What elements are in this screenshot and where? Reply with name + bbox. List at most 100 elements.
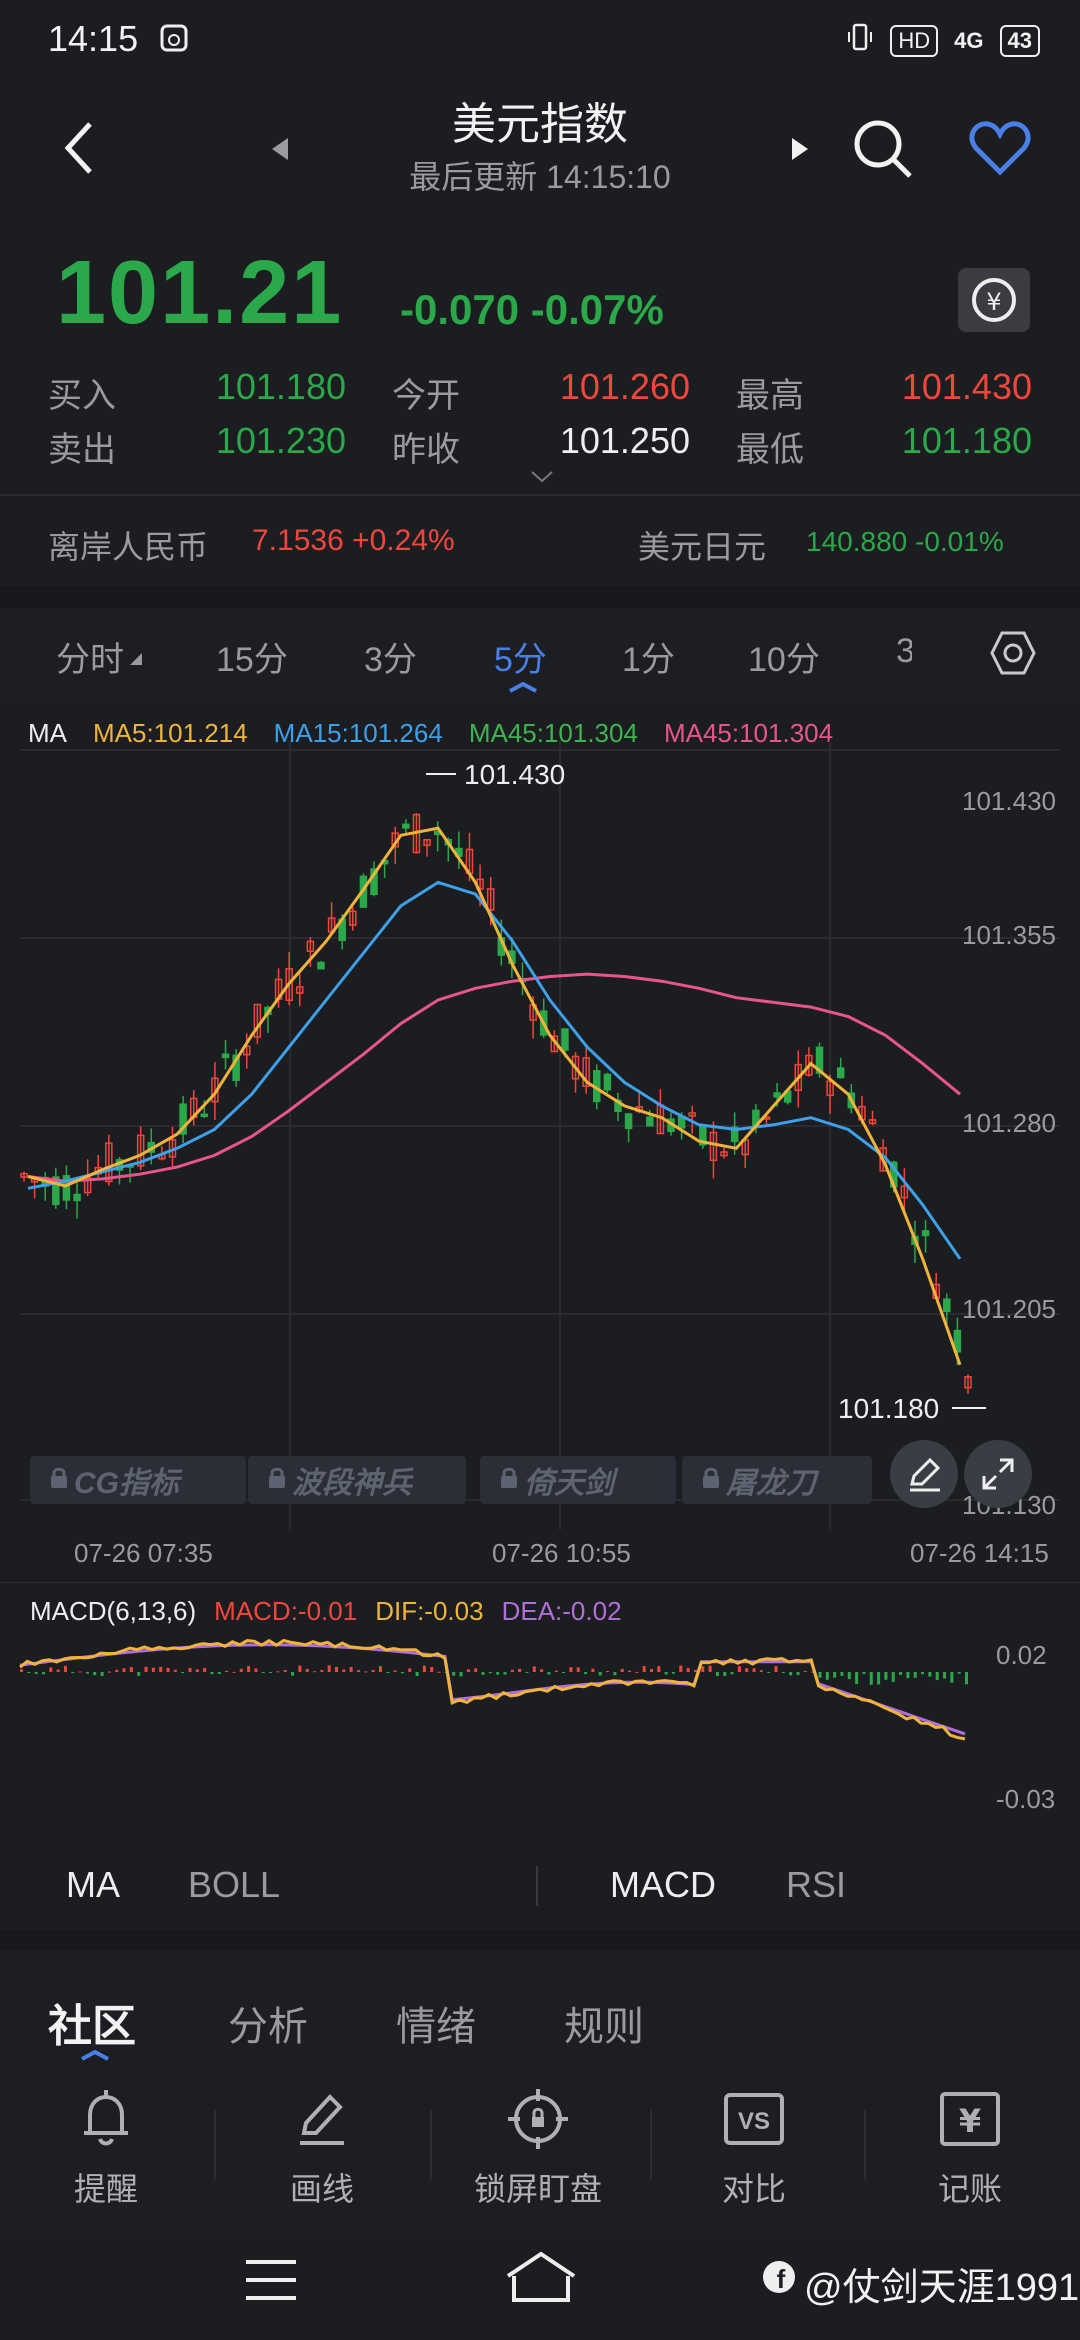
menu-icon[interactable]: [244, 2258, 298, 2307]
macd-bar: [400, 1672, 404, 1674]
currency-converter-icon[interactable]: ¥: [958, 268, 1030, 332]
macd-bar: [906, 1672, 910, 1679]
macd-bar: [452, 1672, 456, 1676]
macd-bar: [261, 1672, 265, 1673]
price-change: -0.070 -0.07%: [400, 286, 664, 333]
macd-bar: [774, 1666, 778, 1672]
tab-community[interactable]: 社区: [48, 1990, 136, 2054]
page-title: 美元指数: [452, 100, 628, 149]
toolbar-draw-line[interactable]: 画线: [222, 2084, 422, 2210]
y-axis-ticks: 101.430101.355101.280101.205101.130: [962, 786, 1056, 1520]
chart-settings-icon[interactable]: [990, 630, 1036, 681]
toolbar-bookkeeping[interactable]: ¥ 记账: [870, 2084, 1070, 2210]
active-tab-indicator: [508, 680, 538, 698]
tab-analysis[interactable]: 分析: [228, 1994, 308, 2052]
macd-bar: [41, 1672, 45, 1675]
tab-5min[interactable]: 5分: [494, 632, 547, 681]
open-value: 101.260: [559, 366, 690, 407]
ma45-line: [27, 972, 961, 1183]
search-icon[interactable]: [852, 118, 914, 185]
home-icon[interactable]: [504, 2250, 578, 2311]
indicator-ma[interactable]: MA: [66, 1864, 120, 1906]
tab-10min[interactable]: 10分: [748, 632, 820, 681]
macd-bar: [862, 1672, 866, 1675]
tab-15min[interactable]: 15分: [216, 632, 288, 681]
community-tabs: [0, 1950, 1080, 2060]
macd-bar: [173, 1669, 177, 1672]
macd-bar: [576, 1667, 580, 1672]
cnh-label: 离岸人民币: [48, 529, 209, 565]
dea-value: DEA:-0.02: [501, 1596, 622, 1626]
macd-bar: [540, 1669, 544, 1672]
macd-bar: [437, 1671, 441, 1673]
macd-bar: [833, 1672, 837, 1678]
macd-bar: [781, 1672, 785, 1673]
macd-bar: [891, 1672, 895, 1682]
tool-band-weapon[interactable]: 波段神兵: [248, 1456, 466, 1504]
macd-bar: [122, 1668, 126, 1672]
macd-bar: [188, 1667, 192, 1672]
toolbar-alert[interactable]: 提醒: [6, 2084, 206, 2210]
section-gap: [0, 586, 1080, 608]
macd-bar: [254, 1668, 258, 1672]
macd-bar: [928, 1672, 932, 1677]
prev-close-value: 101.250: [559, 420, 690, 461]
toolbar-lock-screen-watch[interactable]: 锁屏盯盘: [438, 2084, 638, 2210]
candlestick-chart[interactable]: 101.430101.355101.280101.205101.130 101.…: [0, 700, 1080, 1540]
macd-bar: [818, 1672, 822, 1678]
indicator-rsi[interactable]: RSI: [786, 1864, 846, 1906]
favorite-heart-icon[interactable]: [968, 118, 1032, 183]
macd-bar: [759, 1670, 763, 1672]
candle-body: [561, 1028, 569, 1051]
macd-bar: [63, 1665, 67, 1672]
tool-cg-indicator[interactable]: CG指标: [30, 1456, 246, 1504]
macd-bar: [291, 1672, 295, 1676]
macd-y-top: 0.02: [996, 1640, 1047, 1670]
cnh-value: 7.1536 +0.24%: [252, 524, 455, 557]
tab-timeshare[interactable]: 分时: [56, 632, 124, 681]
indicator-macd[interactable]: MACD: [610, 1864, 716, 1906]
indicator-tabs: [0, 1850, 1080, 1930]
macd-bar: [752, 1668, 756, 1672]
tab-overflow[interactable]: 3: [896, 632, 912, 671]
svg-text:¥: ¥: [986, 288, 1001, 316]
macd-bar: [276, 1671, 280, 1673]
tool-yitian-sword[interactable]: 倚天剑: [480, 1456, 676, 1504]
expand-chevron-icon[interactable]: [530, 464, 554, 490]
toolbar-label: 锁屏盯盘: [473, 2171, 602, 2207]
usdjpy-value: 140.880 -0.01%: [806, 526, 1004, 557]
tab-1min[interactable]: 1分: [622, 632, 675, 681]
macd-bar: [356, 1670, 360, 1672]
bell-icon: [6, 2084, 206, 2154]
tab-3min[interactable]: 3分: [364, 632, 417, 681]
macd-bar: [606, 1671, 610, 1673]
candle-body: [221, 1053, 230, 1059]
macd-bar: [269, 1672, 273, 1673]
dif-line: [19, 1638, 966, 1741]
macd-legend: MACD(6,13,6) MACD:-0.01 DIF:-0.03 DEA:-0…: [30, 1596, 622, 1627]
tool-dragon-saber[interactable]: 屠龙刀: [682, 1456, 872, 1504]
open-label: 今开: [392, 377, 460, 415]
draw-pen-icon[interactable]: [890, 1440, 958, 1508]
macd-bar: [247, 1666, 251, 1672]
tab-sentiment[interactable]: 情绪: [396, 1994, 476, 2052]
toolbar-compare[interactable]: VS 对比: [654, 2084, 854, 2210]
macd-bar: [144, 1666, 148, 1672]
macd-bar: [430, 1667, 434, 1672]
indicator-boll[interactable]: BOLL: [188, 1864, 280, 1906]
macd-bar: [935, 1672, 939, 1681]
current-price: 101.21: [56, 243, 344, 343]
next-instrument-icon[interactable]: [790, 136, 812, 167]
toolbar-separator: [650, 2110, 652, 2180]
lock-icon: [702, 1463, 720, 1497]
fx-ticker-row[interactable]: 离岸人民币 7.1536 +0.24% 美元日元 140.880 -0.01%: [0, 500, 1080, 580]
high-marker: 101.430: [464, 759, 565, 790]
macd-bar: [899, 1672, 903, 1675]
macd-bar: [855, 1672, 859, 1685]
fullscreen-icon[interactable]: [964, 1440, 1032, 1508]
tab-rules[interactable]: 规则: [564, 1994, 644, 2052]
low-value: 101.180: [901, 420, 1032, 461]
macd-bar: [532, 1666, 536, 1672]
macd-bar: [20, 1669, 23, 1672]
y-tick-label: 101.355: [962, 920, 1056, 950]
